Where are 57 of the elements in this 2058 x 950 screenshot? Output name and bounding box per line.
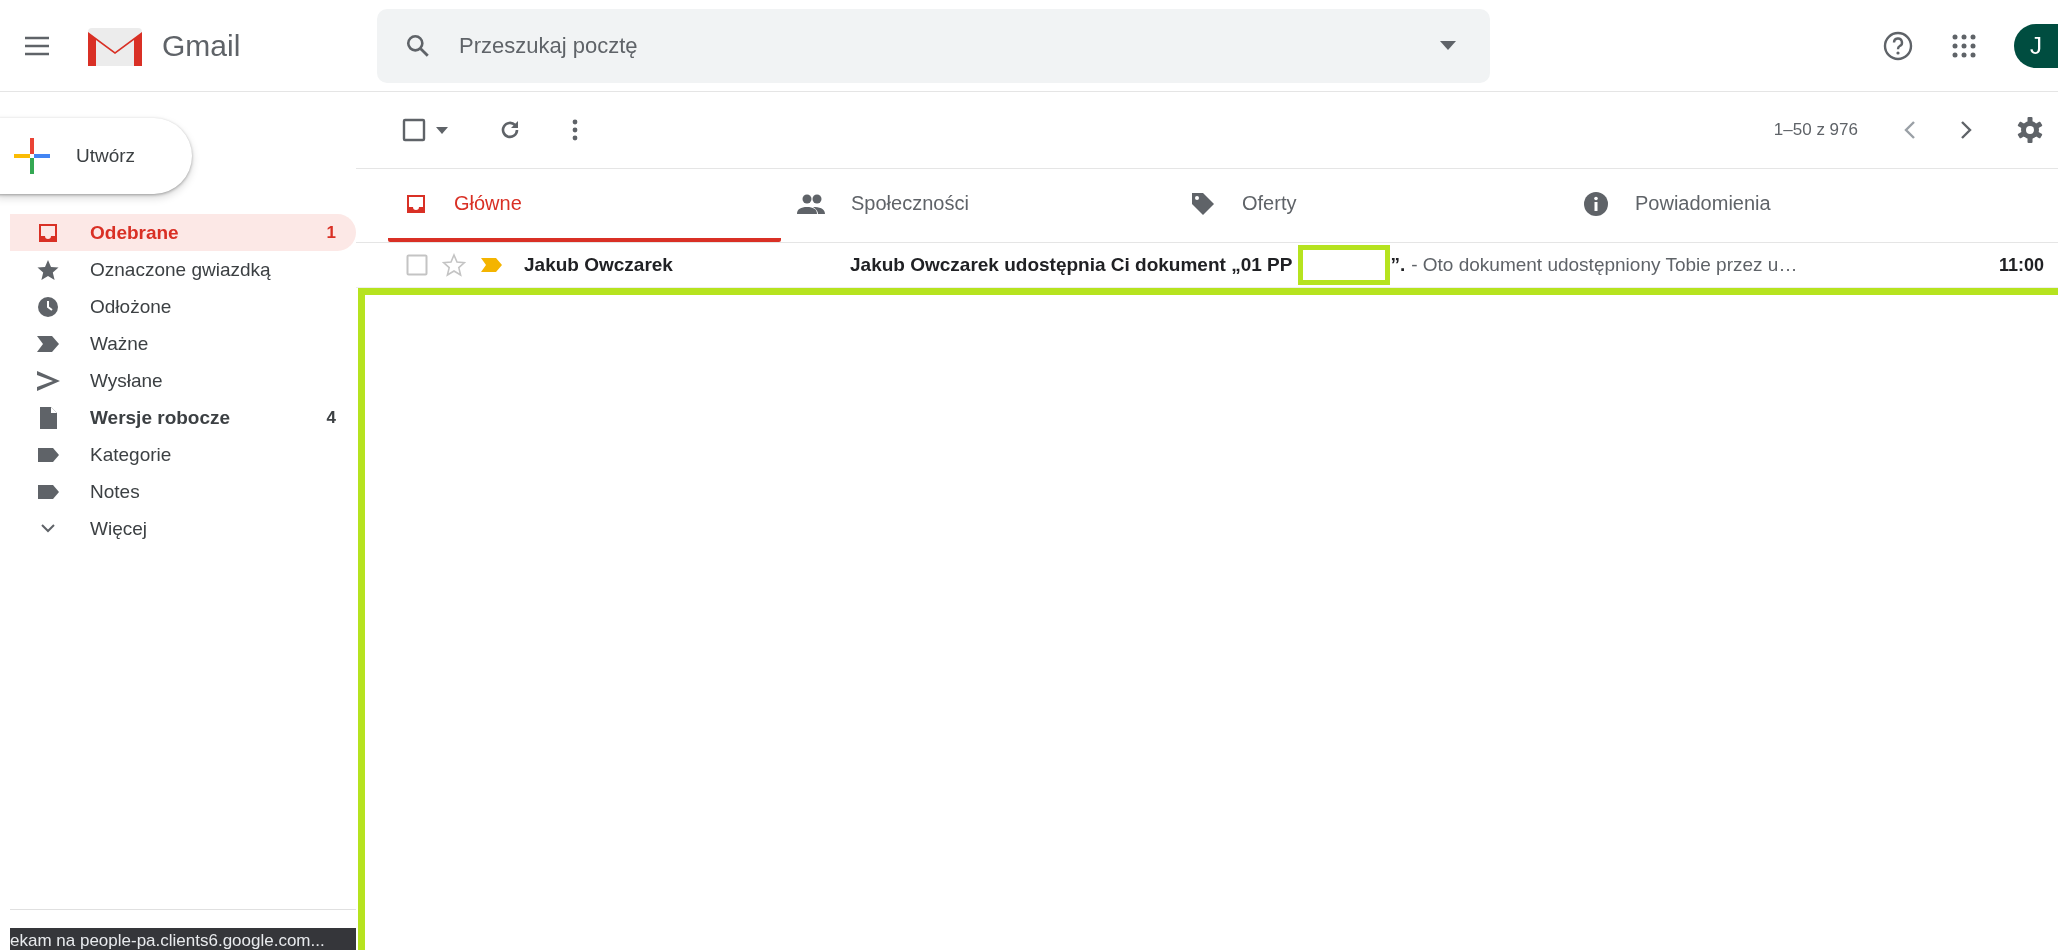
unread-count: 4 xyxy=(326,407,336,428)
search-icon[interactable] xyxy=(405,32,431,59)
sidebar-label: Oznaczone gwiazdką xyxy=(90,258,272,281)
dropdown-caret-icon[interactable] xyxy=(1440,41,1456,50)
sidebar-item[interactable]: Odebrane 1 xyxy=(10,214,356,251)
clock-icon xyxy=(36,294,60,319)
sidebar-label: Kategorie xyxy=(90,443,173,466)
search-bar[interactable]: Przeszukaj pocztę xyxy=(377,8,1490,83)
chevron-left-icon[interactable] xyxy=(1904,120,1916,140)
chevron-right-icon[interactable] xyxy=(1960,120,1972,140)
sidebar-item[interactable]: Kategorie xyxy=(10,436,356,473)
sidebar-item[interactable]: Odłożone xyxy=(10,288,356,325)
unread-count: 1 xyxy=(326,222,336,243)
account-avatar[interactable]: J xyxy=(2014,23,2058,68)
important-marker-icon[interactable] xyxy=(480,256,504,274)
subject-text: ”. xyxy=(1390,254,1406,276)
sidebar-item[interactable]: Notes xyxy=(10,473,356,510)
help-icon[interactable] xyxy=(1882,29,1914,62)
subject-text: Jakub Owczarek udostępnia Ci dokument „01 PP xyxy=(850,254,1293,276)
sidebar-item[interactable]: Ważne xyxy=(10,325,356,362)
status-bar: ekam na people-pa.clients6.google.com... xyxy=(10,928,356,950)
send-icon xyxy=(36,368,60,393)
menu-icon[interactable] xyxy=(24,35,50,56)
sidebar-label: Wersje robocze xyxy=(90,406,232,429)
sidebar-label: Odłożone xyxy=(90,295,173,318)
sidebar-label: Ważne xyxy=(90,332,150,355)
sidebar-item[interactable]: Oznaczone gwiazdką xyxy=(10,251,356,288)
checkbox-icon[interactable] xyxy=(406,254,428,276)
tag-icon xyxy=(1190,190,1216,217)
sidebar-item[interactable]: Wysłane xyxy=(10,362,356,399)
people-icon xyxy=(797,193,825,214)
search-field[interactable]: Przeszukaj pocztę xyxy=(457,31,1414,60)
category-tab[interactable]: Oferty xyxy=(1174,169,1567,242)
more-vertical-icon[interactable] xyxy=(572,119,578,141)
caret-icon[interactable] xyxy=(436,126,448,134)
plus-icon xyxy=(12,136,52,176)
sidebar-item[interactable]: Więcej xyxy=(10,510,356,547)
sidebar-label: Odebrane xyxy=(90,221,180,244)
sender-name: Jakub Owczarek xyxy=(524,254,674,276)
category-tab[interactable]: Powiadomienia xyxy=(1567,169,1960,242)
sidebar-label: Wysłane xyxy=(90,369,164,392)
star-icon[interactable] xyxy=(442,253,466,277)
info-icon xyxy=(1583,190,1609,217)
snippet-text: - Oto dokument udostępniony Tobie przez u… xyxy=(1411,254,1799,276)
app-name: Gmail xyxy=(162,28,241,63)
sidebar-label: Więcej xyxy=(90,517,148,540)
category-tab[interactable]: Społeczności xyxy=(781,169,1174,242)
settings-icon[interactable] xyxy=(2016,116,2044,144)
checkbox-icon[interactable] xyxy=(402,118,426,142)
sidebar-item[interactable]: Wersje robocze 4 xyxy=(10,399,356,436)
compose-button[interactable]: Utwórz xyxy=(0,118,192,194)
chevron-down-icon xyxy=(41,524,55,533)
email-time: 11:00 xyxy=(1998,254,2044,276)
category-tab[interactable]: Główne xyxy=(388,169,781,242)
apps-grid-icon[interactable] xyxy=(1952,33,1976,58)
pagination-range: 1–50 z 976 xyxy=(1773,120,1858,140)
sidebar-label: Notes xyxy=(90,480,141,503)
